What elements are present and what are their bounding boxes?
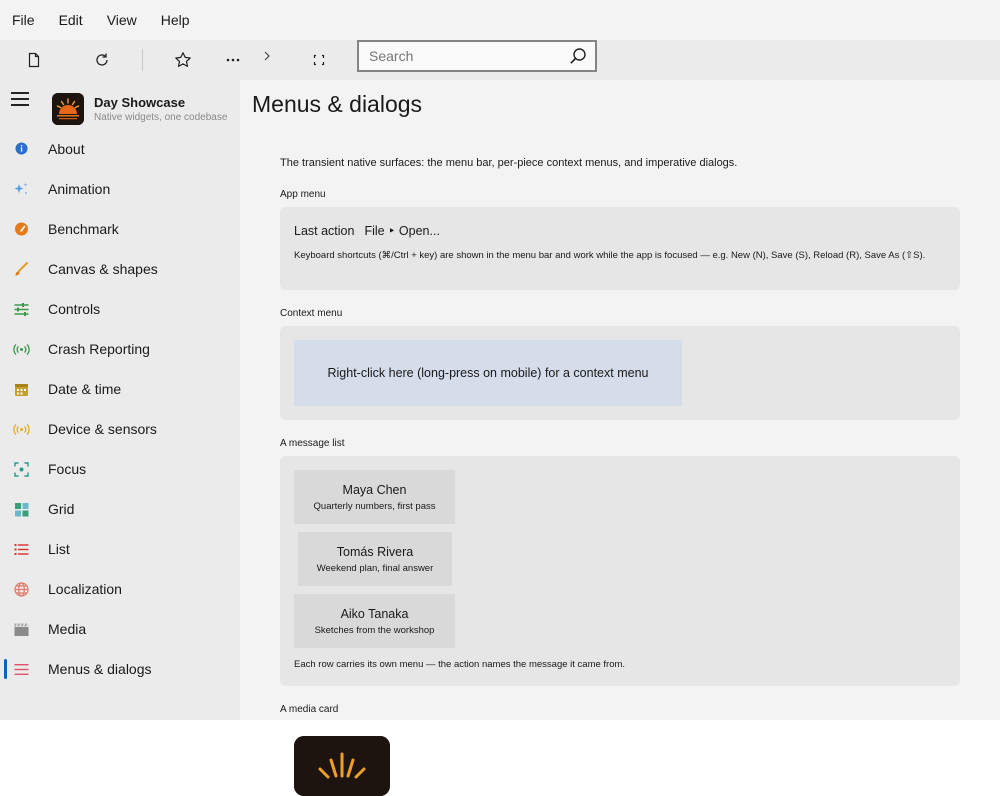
toolbar-separator [142, 49, 143, 71]
message-list-label: A message list [280, 438, 345, 449]
sidebar-item-label: Grid [48, 501, 75, 517]
sidebar-item-localization[interactable]: Localization [0, 569, 240, 609]
message-subject: Sketches from the workshop [314, 625, 435, 636]
menu-help[interactable]: Help [149, 0, 202, 40]
sidebar: Day Showcase Native widgets, one codebas… [0, 80, 240, 720]
search-icon[interactable] [569, 47, 587, 70]
sidebar-item-label: Benchmark [48, 221, 119, 237]
sidebar-item-about[interactable]: About [0, 129, 240, 169]
sidebar-item-label: Crash Reporting [48, 341, 150, 357]
sidebar-item-label: List [48, 541, 70, 557]
toolbar [0, 40, 1000, 80]
sidebar-item-benchmark[interactable]: Benchmark [0, 209, 240, 249]
list-icon [13, 541, 30, 558]
hamburger-menu-icon[interactable] [11, 92, 29, 106]
last-action-value: File ‣ Open... [364, 224, 440, 238]
grid-icon [13, 501, 30, 518]
sensor-icon [13, 421, 30, 438]
page-title: Menus & dialogs [252, 91, 423, 117]
clapper-icon [13, 621, 30, 638]
context-menu-label: Context menu [280, 308, 343, 319]
sidebar-item-animation[interactable]: Animation [0, 169, 240, 209]
reload-icon[interactable] [88, 46, 116, 74]
broadcast-icon [13, 341, 30, 358]
sparkle-icon [13, 181, 30, 198]
sidebar-item-crash-reporting[interactable]: Crash Reporting [0, 329, 240, 369]
menu-bar: File Edit View Help [0, 0, 1000, 40]
search-input[interactable] [359, 48, 559, 64]
sidebar-item-label: Date & time [48, 381, 122, 397]
last-action-row: Last action File ‣ Open... [294, 223, 440, 238]
menu-lines-icon [13, 661, 30, 678]
sidebar-item-label: Localization [48, 581, 122, 597]
info-icon [13, 141, 30, 158]
message-row[interactable]: Aiko Tanaka Sketches from the workshop [294, 594, 455, 648]
app-logo [52, 93, 84, 125]
message-row[interactable]: Maya Chen Quarterly numbers, first pass [294, 470, 455, 524]
main-content: Menus & dialogs The transient native sur… [240, 80, 1000, 720]
sidebar-item-label: About [48, 141, 85, 157]
message-subject: Quarterly numbers, first pass [313, 501, 436, 512]
message-sender: Maya Chen [342, 483, 407, 497]
globe-icon [13, 581, 30, 598]
more-icon[interactable] [219, 46, 247, 74]
app-subtitle: Native widgets, one codebase [94, 112, 228, 123]
message-row[interactable]: Tomás Rivera Weekend plan, final answer [298, 532, 452, 586]
app-menu-label: App menu [280, 189, 326, 200]
message-sender: Aiko Tanaka [340, 607, 409, 621]
brush-icon [13, 261, 30, 278]
media-card-label: A media card [280, 704, 339, 715]
app-menu-card: Last action File ‣ Open... Keyboard short… [280, 207, 960, 290]
sidebar-item-menus-dialogs[interactable]: Menus & dialogs [0, 649, 240, 689]
context-menu-card: Right-click here (long-press on mobile) … [280, 326, 960, 420]
sidebar-nav: About Animation Benchmark Canvas & shape… [0, 129, 240, 689]
sidebar-item-canvas[interactable]: Canvas & shapes [0, 249, 240, 289]
sliders-icon [13, 301, 30, 318]
message-subject: Weekend plan, final answer [316, 563, 434, 574]
star-icon[interactable] [169, 46, 197, 74]
media-card-image[interactable] [294, 736, 390, 796]
sidebar-item-device-sensors[interactable]: Device & sensors [0, 409, 240, 449]
sidebar-item-label: Focus [48, 461, 87, 477]
sidebar-item-focus[interactable]: Focus [0, 449, 240, 489]
app-title: Day Showcase [94, 95, 186, 110]
sidebar-item-media[interactable]: Media [0, 609, 240, 649]
chevron-right-icon[interactable] [253, 42, 281, 70]
focus-icon [13, 461, 30, 478]
gauge-icon [13, 221, 30, 238]
sidebar-item-label: Menus & dialogs [48, 661, 152, 677]
message-sender: Tomás Rivera [336, 545, 414, 559]
selection-indicator [4, 659, 7, 679]
sidebar-item-label: Media [48, 621, 87, 637]
last-action-label: Last action [294, 224, 355, 238]
sidebar-item-list[interactable]: List [0, 529, 240, 569]
sidebar-item-label: Device & sensors [48, 421, 157, 437]
menu-view[interactable]: View [95, 0, 149, 40]
sidebar-item-label: Controls [48, 301, 101, 317]
context-menu-target[interactable]: Right-click here (long-press on mobile) … [294, 340, 682, 406]
intro-text: The transient native surfaces: the menu … [280, 157, 738, 169]
sidebar-item-label: Animation [48, 181, 111, 197]
menu-edit[interactable]: Edit [47, 0, 95, 40]
search-box [357, 40, 597, 72]
shortcut-note: Keyboard shortcuts (⌘/Ctrl + key) are sh… [294, 250, 926, 261]
fullscreen-icon[interactable] [305, 46, 333, 74]
sidebar-item-date-time[interactable]: Date & time [0, 369, 240, 409]
sidebar-item-grid[interactable]: Grid [0, 489, 240, 529]
calendar-icon [13, 381, 30, 398]
menu-file[interactable]: File [0, 0, 47, 40]
message-list-card: Maya Chen Quarterly numbers, first pass … [280, 456, 960, 686]
sidebar-item-label: Canvas & shapes [48, 261, 158, 277]
message-list-note: Each row carries its own menu — the acti… [294, 659, 626, 670]
sidebar-item-controls[interactable]: Controls [0, 289, 240, 329]
new-page-icon[interactable] [20, 46, 48, 74]
